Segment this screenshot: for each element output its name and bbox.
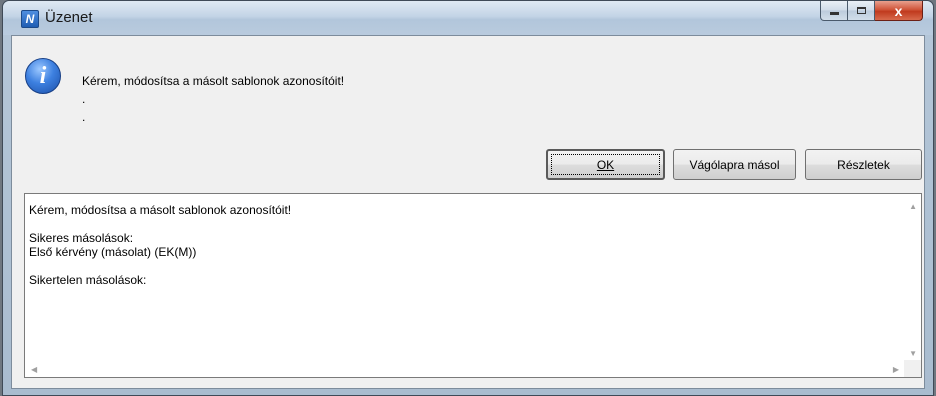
message-text-line3: . [82,110,86,124]
copy-to-clipboard-button[interactable]: Vágólapra másol [673,149,796,180]
minimize-button[interactable] [820,1,848,21]
info-icon: i [25,58,61,94]
maximize-icon [856,7,866,14]
ok-button[interactable]: OK [546,149,665,180]
horizontal-scrollbar[interactable]: ◀ ▶ [25,360,904,377]
details-button[interactable]: Részletek [805,149,922,180]
scroll-left-icon[interactable]: ◀ [31,365,37,374]
app-icon: N [21,10,39,28]
message-text-line2: . [82,92,86,106]
details-textbox[interactable]: Kérem, módosítsa a másolt sablonok azono… [24,193,922,378]
maximize-button[interactable] [848,1,875,21]
dialog-body: i Kérem, módosítsa a másolt sablonok azo… [11,35,925,389]
title-bar[interactable]: N Üzenet x [3,1,933,35]
vertical-scrollbar[interactable]: ▲ ▼ [904,194,921,360]
message-text: Kérem, módosítsa a másolt sablonok azono… [82,74,345,88]
scroll-down-icon[interactable]: ▼ [909,349,917,358]
scroll-right-icon[interactable]: ▶ [893,365,899,374]
copy-button-label: Vágólapra másol [689,157,780,172]
focus-rectangle [551,154,660,175]
details-text: Kérem, módosítsa a másolt sablonok azono… [29,203,292,287]
close-icon: x [894,2,903,19]
message-dialog: N Üzenet x i Kérem, módosítsa a másolt s… [2,0,934,396]
details-button-label: Részletek [837,157,890,172]
scroll-up-icon[interactable]: ▲ [909,202,917,211]
caption-buttons: x [820,1,923,21]
minimize-icon [829,12,839,15]
scrollbar-corner [904,360,921,377]
window-title: Üzenet [45,9,93,26]
close-button[interactable]: x [875,1,923,21]
